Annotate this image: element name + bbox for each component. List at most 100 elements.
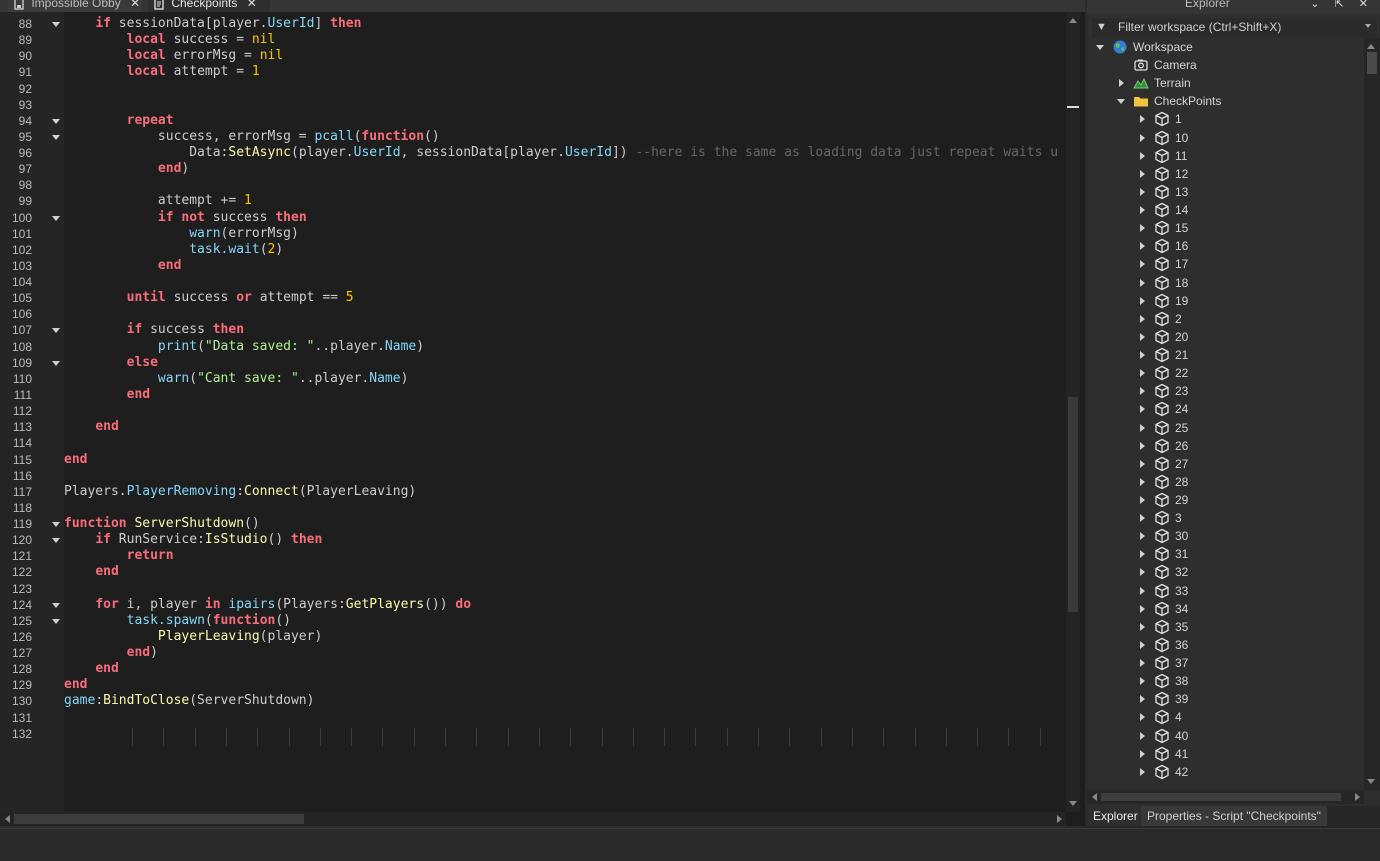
fold-arrow-icon[interactable] <box>52 538 60 543</box>
code-line[interactable]: end <box>64 661 118 677</box>
code-line[interactable]: return <box>64 548 174 564</box>
code-line[interactable]: if RunService:IsStudio() then <box>64 532 322 548</box>
tree-item[interactable]: 13 <box>1087 183 1362 201</box>
expand-arrow-icon[interactable] <box>1140 279 1145 287</box>
fold-arrow-icon[interactable] <box>52 522 60 527</box>
expand-arrow-icon[interactable] <box>1140 224 1145 232</box>
code-line[interactable]: warn(errorMsg) <box>64 226 299 242</box>
tree-item[interactable]: 30 <box>1087 527 1362 545</box>
code-line[interactable]: repeat <box>64 113 174 129</box>
code-line[interactable]: end) <box>64 645 158 661</box>
tab-properties[interactable]: Properties - Script "Checkpoints" <box>1141 806 1327 826</box>
panel-window-buttons[interactable]: ⌄ ⇱ ✕ <box>1310 0 1374 10</box>
tree-item[interactable]: 11 <box>1087 147 1362 165</box>
expand-arrow-icon[interactable] <box>1140 134 1145 142</box>
expand-arrow-icon[interactable] <box>1140 695 1145 703</box>
tree-item[interactable]: 36 <box>1087 636 1362 654</box>
code-line[interactable]: PlayerLeaving(player) <box>64 629 322 645</box>
close-tab-icon[interactable]: ✕ <box>247 0 257 12</box>
tree-item[interactable]: 15 <box>1087 219 1362 237</box>
expand-arrow-icon[interactable] <box>1140 713 1145 721</box>
expand-arrow-icon[interactable] <box>1140 460 1145 468</box>
tree-item[interactable]: CheckPoints <box>1087 92 1362 110</box>
tree-item[interactable]: Camera <box>1087 56 1362 74</box>
tree-item[interactable]: 19 <box>1087 292 1362 310</box>
tree-item[interactable]: 29 <box>1087 491 1362 509</box>
tree-item[interactable]: 26 <box>1087 437 1362 455</box>
fold-arrow-icon[interactable] <box>52 328 60 333</box>
explorer-horizontal-scrollbar[interactable] <box>1087 790 1364 804</box>
code-line[interactable]: function ServerShutdown() <box>64 516 260 532</box>
code-line[interactable]: attempt += 1 <box>64 193 252 209</box>
code-line[interactable]: end <box>64 387 150 403</box>
fold-arrow-icon[interactable] <box>52 603 60 608</box>
tree-item[interactable]: Workspace <box>1087 38 1362 56</box>
tree-item[interactable]: 20 <box>1087 328 1362 346</box>
code-line[interactable]: end <box>64 677 87 693</box>
code-line[interactable]: end <box>64 258 181 274</box>
tree-item[interactable]: 4 <box>1087 708 1362 726</box>
close-tab-icon[interactable]: ✕ <box>130 0 140 12</box>
tree-item[interactable]: 24 <box>1087 400 1362 418</box>
expand-arrow-icon[interactable] <box>1140 478 1145 486</box>
expand-arrow-icon[interactable] <box>1140 587 1145 595</box>
filter-workspace-input[interactable]: ▼ Filter workspace (Ctrl+Shift+X) <box>1091 17 1378 39</box>
expand-arrow-icon[interactable] <box>1140 333 1145 341</box>
scrollbar-thumb[interactable] <box>1101 793 1341 801</box>
expand-arrow-icon[interactable] <box>1140 677 1145 685</box>
tree-item[interactable]: 25 <box>1087 419 1362 437</box>
fold-arrow-icon[interactable] <box>52 135 60 140</box>
expand-arrow-icon[interactable] <box>1140 206 1145 214</box>
expand-arrow-icon[interactable] <box>1140 260 1145 268</box>
scroll-up-icon[interactable] <box>1069 18 1077 23</box>
script-editor[interactable]: 88 89 90 91 92 93 94 95 96 97 98 99 100 101 102 103 104 1… <box>0 12 1085 826</box>
code-line[interactable]: task.spawn(function() <box>64 613 291 629</box>
tab-explorer[interactable]: Explorer <box>1087 806 1144 826</box>
scroll-down-icon[interactable] <box>1069 801 1077 806</box>
tree-item[interactable]: 28 <box>1087 473 1362 491</box>
scroll-left-icon[interactable] <box>5 815 10 823</box>
code-line[interactable]: warn("Cant save: "..player.Name) <box>64 371 408 387</box>
expand-arrow-icon[interactable] <box>1140 242 1145 250</box>
code-line[interactable]: game:BindToClose(ServerShutdown) <box>64 693 314 709</box>
tree-item[interactable]: 35 <box>1087 618 1362 636</box>
expand-arrow-icon[interactable] <box>1140 605 1145 613</box>
code-line[interactable]: task.wait(2) <box>64 242 283 258</box>
tree-item[interactable]: 41 <box>1087 745 1362 763</box>
expand-arrow-icon[interactable] <box>1140 369 1145 377</box>
chevron-down-icon[interactable] <box>1365 24 1371 28</box>
code-line[interactable]: local attempt = 1 <box>64 64 260 80</box>
fold-arrow-icon[interactable] <box>52 361 60 366</box>
scrollbar-thumb[interactable] <box>1367 52 1377 74</box>
expand-arrow-icon[interactable] <box>1140 405 1145 413</box>
code-area[interactable]: if sessionData[player.UserId] then local… <box>64 12 1064 812</box>
tree-item[interactable]: 22 <box>1087 364 1362 382</box>
expand-arrow-icon[interactable] <box>1140 659 1145 667</box>
expand-arrow-icon[interactable] <box>1140 424 1145 432</box>
code-line[interactable]: success, errorMsg = pcall(function() <box>64 129 440 145</box>
collapse-arrow-icon[interactable] <box>1117 99 1125 104</box>
tree-item[interactable]: 33 <box>1087 582 1362 600</box>
expand-arrow-icon[interactable] <box>1140 152 1145 160</box>
expand-arrow-icon[interactable] <box>1140 170 1145 178</box>
tree-item[interactable]: 40 <box>1087 727 1362 745</box>
tree-item[interactable]: 2 <box>1087 310 1362 328</box>
expand-arrow-icon[interactable] <box>1119 79 1124 87</box>
tree-item[interactable]: 18 <box>1087 274 1362 292</box>
tree-item[interactable]: 32 <box>1087 563 1362 581</box>
scrollbar-thumb[interactable] <box>1068 397 1078 612</box>
code-line[interactable]: until success or attempt == 5 <box>64 290 354 306</box>
expand-arrow-icon[interactable] <box>1140 568 1145 576</box>
tree-item[interactable]: 31 <box>1087 545 1362 563</box>
code-line[interactable]: local success = nil <box>64 32 276 48</box>
expand-arrow-icon[interactable] <box>1140 623 1145 631</box>
tree-item[interactable]: 16 <box>1087 237 1362 255</box>
tree-item[interactable]: 34 <box>1087 600 1362 618</box>
explorer-vertical-scrollbar[interactable] <box>1364 38 1380 790</box>
collapse-arrow-icon[interactable] <box>1096 45 1104 50</box>
tree-item[interactable]: 21 <box>1087 346 1362 364</box>
expand-arrow-icon[interactable] <box>1140 315 1145 323</box>
tree-item[interactable]: 12 <box>1087 165 1362 183</box>
expand-arrow-icon[interactable] <box>1140 442 1145 450</box>
expand-arrow-icon[interactable] <box>1140 532 1145 540</box>
